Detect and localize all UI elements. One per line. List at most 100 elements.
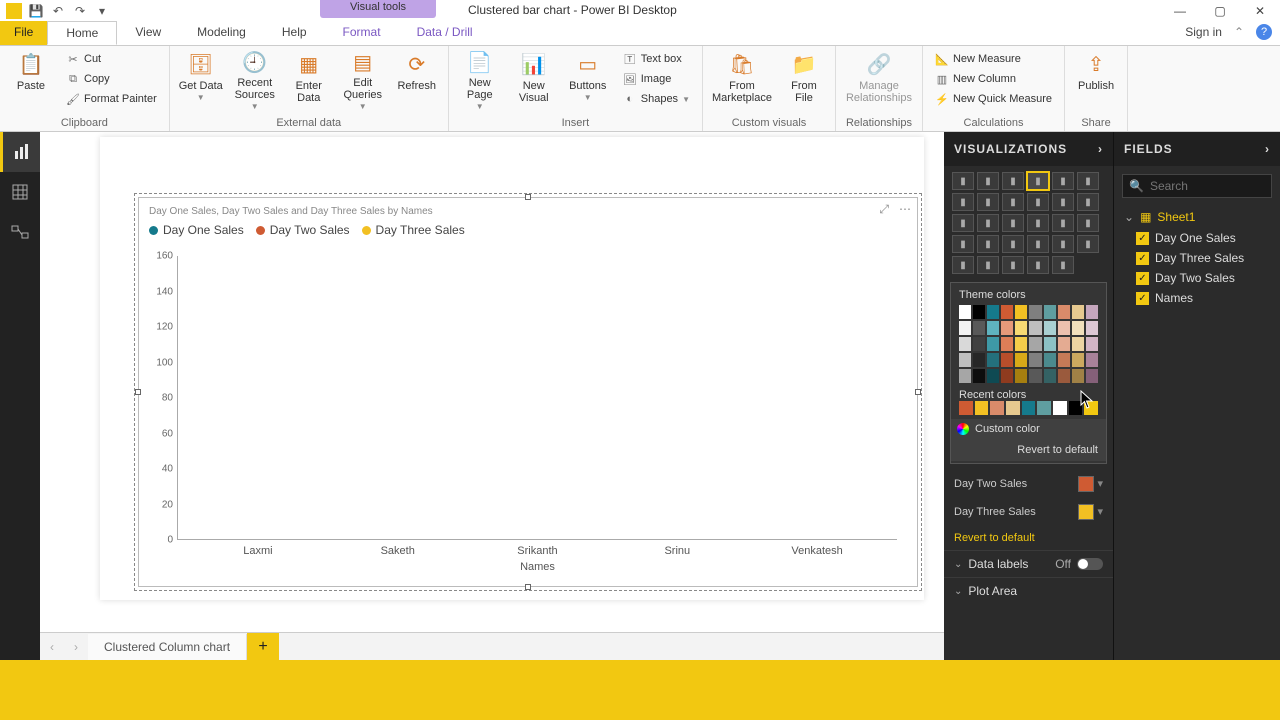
color-swatch[interactable]: [959, 353, 971, 367]
color-swatch[interactable]: [1001, 321, 1013, 335]
publish-button[interactable]: ⇪Publish: [1073, 50, 1119, 110]
color-swatch[interactable]: [1086, 337, 1098, 351]
color-swatch[interactable]: [1086, 353, 1098, 367]
viz-type-cell[interactable]: ▮: [1027, 235, 1049, 253]
revert-to-default-link[interactable]: Revert to default: [944, 526, 1113, 550]
resize-handle-top[interactable]: [525, 194, 531, 200]
field-checkbox[interactable]: ✓: [1136, 272, 1149, 285]
format-row-day-two[interactable]: Day Two Sales ▾: [944, 470, 1113, 498]
redo-icon[interactable]: ↷: [72, 3, 88, 19]
rail-report-button[interactable]: [0, 132, 40, 172]
color-swatch[interactable]: [1086, 369, 1098, 383]
paste-button[interactable]: 📋Paste: [8, 50, 54, 110]
color-swatch[interactable]: [1053, 401, 1067, 415]
viz-type-cell[interactable]: ▮: [977, 235, 999, 253]
color-swatch[interactable]: [1072, 337, 1084, 351]
from-marketplace-button[interactable]: 🛍From Marketplace: [711, 50, 773, 110]
page-next-button[interactable]: ›: [64, 640, 88, 654]
minimize-button[interactable]: ―: [1160, 0, 1200, 22]
viz-type-cell[interactable]: ▮: [977, 256, 999, 274]
color-swatch[interactable]: [1084, 401, 1098, 415]
color-swatch[interactable]: [1006, 401, 1020, 415]
fields-header[interactable]: FIELDS›: [1114, 132, 1280, 166]
color-swatch[interactable]: [1058, 305, 1070, 319]
color-swatch[interactable]: [1001, 353, 1013, 367]
color-swatch[interactable]: [1015, 305, 1027, 319]
help-icon[interactable]: ?: [1256, 24, 1272, 40]
viz-type-cell[interactable]: ▮: [1002, 235, 1024, 253]
close-button[interactable]: ✕: [1240, 0, 1280, 22]
resize-handle-bottom[interactable]: [525, 584, 531, 590]
recent-sources-button[interactable]: 🕘Recent Sources▼: [232, 50, 278, 110]
viz-type-cell[interactable]: ▮: [952, 235, 974, 253]
shapes-button[interactable]: ◐Shapes ▼: [619, 90, 694, 108]
color-swatch[interactable]: [973, 305, 985, 319]
tab-format[interactable]: Format: [325, 21, 399, 45]
color-swatch[interactable]: [1058, 337, 1070, 351]
viz-type-cell[interactable]: ▮: [1002, 214, 1024, 232]
viz-type-cell[interactable]: ▮: [1002, 172, 1024, 190]
from-file-button[interactable]: 📁From File: [781, 50, 827, 110]
color-swatch[interactable]: [1022, 401, 1036, 415]
report-canvas[interactable]: ⤢ ⋯ Day One Sales, Day Two Sales and Day…: [40, 132, 944, 660]
viz-type-cell[interactable]: ▮: [1052, 214, 1074, 232]
viz-type-cell[interactable]: ▮: [1052, 235, 1074, 253]
viz-type-cell[interactable]: ▮: [1027, 193, 1049, 211]
new-measure-button[interactable]: 📐New Measure: [931, 50, 1056, 68]
viz-type-cell[interactable]: ▮: [977, 172, 999, 190]
format-row-day-three[interactable]: Day Three Sales ▾: [944, 498, 1113, 526]
viz-type-cell[interactable]: ▮: [952, 193, 974, 211]
resize-handle-right[interactable]: [915, 389, 921, 395]
tab-data-drill[interactable]: Data / Drill: [399, 21, 491, 45]
viz-type-cell[interactable]: ▮: [1027, 214, 1049, 232]
format-painter-button[interactable]: 🖌Format Painter: [62, 90, 161, 108]
revert-to-default-button[interactable]: Revert to default: [951, 439, 1106, 461]
color-swatch[interactable]: [959, 321, 971, 335]
chevron-down-icon[interactable]: ▾: [1094, 478, 1103, 490]
viz-type-cell[interactable]: ▮: [952, 172, 974, 190]
color-swatch[interactable]: [987, 305, 999, 319]
color-swatch[interactable]: [1072, 321, 1084, 335]
legend-item[interactable]: Day Two Sales: [256, 223, 350, 237]
new-column-button[interactable]: ▥New Column: [931, 70, 1056, 88]
rail-data-button[interactable]: [0, 172, 40, 212]
field-checkbox[interactable]: ✓: [1136, 232, 1149, 245]
edit-queries-button[interactable]: ▤Edit Queries▼: [340, 50, 386, 110]
color-swatch[interactable]: [987, 353, 999, 367]
color-swatch[interactable]: [1001, 369, 1013, 383]
color-swatch[interactable]: [1072, 305, 1084, 319]
color-swatch[interactable]: [1069, 401, 1083, 415]
field-row[interactable]: ✓Day One Sales: [1122, 228, 1272, 248]
color-swatch[interactable]: [1029, 321, 1041, 335]
viz-type-cell[interactable]: ▮: [1077, 214, 1099, 232]
color-swatch[interactable]: [1058, 321, 1070, 335]
color-swatch[interactable]: [987, 369, 999, 383]
buttons-button[interactable]: ▭Buttons▼: [565, 50, 611, 110]
qat-dropdown-icon[interactable]: ▾: [94, 3, 110, 19]
viz-type-cell[interactable]: ▮: [1052, 256, 1074, 274]
chevron-up-icon[interactable]: ⌃: [1234, 25, 1244, 39]
viz-type-cell[interactable]: ▮: [1077, 172, 1099, 190]
resize-handle-left[interactable]: [135, 389, 141, 395]
rail-model-button[interactable]: [0, 212, 40, 252]
color-swatch[interactable]: [1015, 369, 1027, 383]
textbox-button[interactable]: 🅃Text box: [619, 50, 694, 68]
tab-help[interactable]: Help: [264, 21, 325, 45]
viz-type-cell[interactable]: ▮: [977, 193, 999, 211]
new-quick-measure-button[interactable]: ⚡New Quick Measure: [931, 90, 1056, 108]
color-swatch[interactable]: [973, 337, 985, 351]
get-data-button[interactable]: 🗄Get Data▼: [178, 50, 224, 110]
viz-type-cell[interactable]: ▮: [952, 214, 974, 232]
color-swatch[interactable]: [1044, 321, 1056, 335]
color-swatch[interactable]: [1001, 305, 1013, 319]
field-row[interactable]: ✓Names: [1122, 288, 1272, 308]
color-swatch[interactable]: [959, 401, 973, 415]
viz-type-cell[interactable]: ▮: [1027, 256, 1049, 274]
color-swatch[interactable]: [973, 369, 985, 383]
color-swatch[interactable]: [1044, 353, 1056, 367]
color-swatch[interactable]: [1029, 337, 1041, 351]
manage-relationships-button[interactable]: 🔗Manage Relationships: [844, 50, 914, 110]
chevron-down-icon[interactable]: ▾: [1094, 506, 1103, 518]
new-page-button[interactable]: 📄New Page▼: [457, 50, 503, 110]
viz-type-cell[interactable]: ▮: [952, 256, 974, 274]
